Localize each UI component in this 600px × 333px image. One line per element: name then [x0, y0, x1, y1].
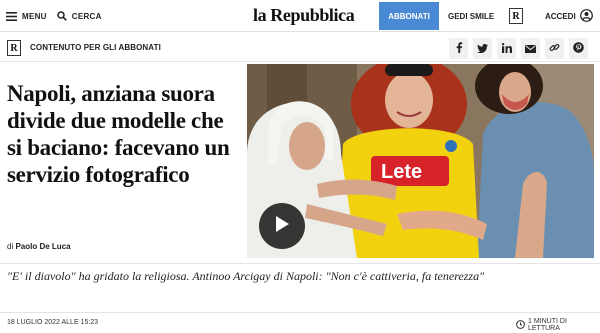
reading-time: 1 MINUTI DI LETTURA: [516, 318, 600, 332]
repubblica-premium-icon: R: [7, 40, 21, 56]
shirt-sponsor-text: Lete: [381, 161, 422, 183]
twitter-icon: [477, 40, 488, 58]
facebook-icon: [455, 40, 463, 58]
article-headline: Napoli, anziana suora divide due modelle…: [7, 81, 230, 187]
share-email-button[interactable]: [521, 38, 540, 59]
copy-link-button[interactable]: [545, 38, 564, 59]
share-facebook-button[interactable]: [449, 38, 468, 59]
menu-label: MENU: [22, 11, 47, 21]
gedi-smile-link[interactable]: GEDI SMILE: [448, 0, 494, 32]
nav-left-group: MENU CERCA: [6, 0, 102, 32]
share-twitter-button[interactable]: [473, 38, 492, 59]
search-icon: [57, 11, 67, 21]
publish-date: 18 LUGLIO 2022 ALLE 15:23: [7, 319, 99, 326]
author-name[interactable]: Paolo De Luca: [15, 242, 70, 251]
article-subtitle: "E' il diavolo" ha gridato la religiosa.…: [7, 269, 485, 283]
share-linkedin-button[interactable]: [497, 38, 516, 59]
share-pinterest-button[interactable]: [569, 38, 588, 59]
link-icon: [549, 40, 560, 58]
premium-content-label: CONTENUTO PER GLI ABBONATI: [30, 43, 161, 52]
user-icon: [579, 8, 593, 24]
byline-prefix: di: [7, 242, 14, 251]
email-icon: [525, 40, 536, 58]
article-byline: di Paolo De Luca: [7, 242, 71, 251]
reading-time-label: 1 MINUTI DI LETTURA: [528, 318, 567, 332]
article-meta-bar: 18 LUGLIO 2022 ALLE 15:23 1 MINUTI DI LE…: [0, 312, 600, 333]
search-button[interactable]: CERCA: [57, 11, 102, 21]
section-divider: [0, 263, 600, 264]
hamburger-icon: [6, 11, 17, 21]
linkedin-icon: [501, 40, 512, 58]
video-play-button[interactable]: [259, 203, 305, 249]
share-buttons: [449, 38, 588, 59]
pinterest-icon: [573, 40, 584, 58]
premium-subbar: R CONTENUTO PER GLI ABBONATI: [0, 36, 600, 62]
top-navigation-bar: MENU CERCA la Repubblica ABBONATI GEDI S…: [0, 0, 600, 32]
search-label: CERCA: [71, 11, 102, 21]
site-logo[interactable]: la Repubblica: [253, 5, 355, 26]
clock-icon: [516, 319, 525, 331]
play-icon: [275, 215, 289, 237]
login-button[interactable]: ACCEDI: [545, 0, 593, 32]
subscribe-button[interactable]: ABBONATI: [379, 2, 439, 30]
menu-button[interactable]: MENU: [6, 11, 47, 21]
login-label: ACCEDI: [545, 11, 576, 21]
repubblica-r-icon[interactable]: R: [509, 8, 523, 24]
